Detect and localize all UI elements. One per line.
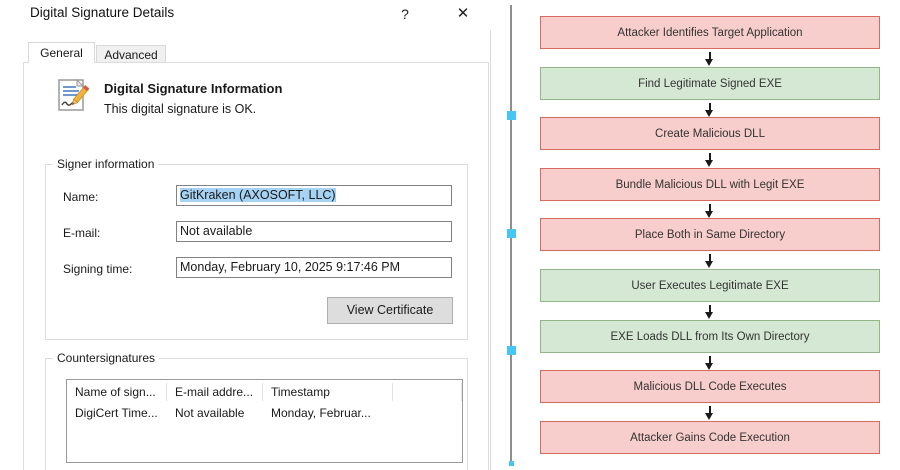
signature-info-heading: Digital Signature Information [104, 81, 282, 96]
flow-step-1[interactable]: Attacker Identifies Target Application [540, 16, 880, 49]
cell-timestamp: Monday, Februar... [263, 406, 393, 420]
flow-step-label: Place Both in Same Directory [635, 229, 785, 241]
email-field-value: Not available [180, 224, 252, 238]
help-icon[interactable]: ? [392, 3, 418, 25]
digital-signature-icon [57, 78, 89, 119]
name-field[interactable]: GitKraken (AXOSOFT, LLC) [176, 185, 452, 206]
close-icon[interactable]: ✕ [450, 3, 476, 25]
digital-signature-details-dialog: Digital Signature Details ? ✕ General Ad… [0, 0, 491, 470]
flow-step-label: Find Legitimate Signed EXE [638, 78, 782, 90]
flow-step-label: Attacker Identifies Target Application [617, 27, 802, 39]
edge-handle-icon[interactable] [507, 229, 516, 238]
flow-step-3[interactable]: Create Malicious DLL [540, 117, 880, 150]
flow-arrowhead-icon [705, 160, 713, 167]
flow-step-label: EXE Loads DLL from Its Own Directory [611, 331, 810, 343]
table-row[interactable]: DigiCert Time... Not available Monday, F… [67, 402, 462, 424]
edge-endpoint-handle-icon[interactable] [509, 461, 514, 466]
tab-general[interactable]: General [28, 42, 95, 63]
countersignatures-table: Name of sign... E-mail addre... Timestam… [66, 379, 463, 463]
countersignatures-group-label: Countersignatures [53, 351, 159, 365]
cell-signer-name: DigiCert Time... [67, 406, 167, 420]
flow-step-label: Bundle Malicious DLL with Legit EXE [616, 179, 805, 191]
flow-step-9[interactable]: Attacker Gains Code Execution [540, 421, 880, 454]
signer-group-label: Signer information [53, 157, 158, 171]
cell-email: Not available [167, 406, 263, 420]
flow-step-7[interactable]: EXE Loads DLL from Its Own Directory [540, 320, 880, 353]
dialog-title: Digital Signature Details [30, 5, 174, 20]
screenshot-root: Digital Signature Details ? ✕ General Ad… [0, 0, 900, 470]
tab-advanced[interactable]: Advanced [96, 45, 166, 63]
signing-time-label: Signing time: [63, 262, 132, 276]
flow-step-4[interactable]: Bundle Malicious DLL with Legit EXE [540, 168, 880, 201]
flow-arrowhead-icon [705, 59, 713, 66]
flow-step-2[interactable]: Find Legitimate Signed EXE [540, 67, 880, 100]
flow-arrowhead-icon [705, 312, 713, 319]
signing-time-field[interactable]: Monday, February 10, 2025 9:17:46 PM [176, 257, 452, 278]
flow-step-5[interactable]: Place Both in Same Directory [540, 218, 880, 251]
view-certificate-button[interactable]: View Certificate [327, 297, 453, 324]
email-label: E-mail: [63, 226, 100, 240]
edge-handle-icon[interactable] [507, 111, 516, 120]
countersignatures-group: Countersignatures Name of sign... E-mail… [45, 358, 468, 470]
signature-status-text: This digital signature is OK. [104, 102, 256, 116]
flow-step-label: Malicious DLL Code Executes [634, 381, 787, 393]
table-header-row: Name of sign... E-mail addre... Timestam… [67, 380, 462, 402]
column-header-timestamp[interactable]: Timestamp [263, 383, 393, 401]
column-header-blank [393, 383, 462, 401]
column-header-email[interactable]: E-mail addre... [167, 383, 263, 401]
flow-step-6[interactable]: User Executes Legitimate EXE [540, 269, 880, 302]
column-header-name[interactable]: Name of sign... [67, 383, 167, 401]
signing-time-field-value: Monday, February 10, 2025 9:17:46 PM [180, 260, 400, 274]
name-field-value: GitKraken (AXOSOFT, LLC) [180, 188, 336, 202]
flow-arrowhead-icon [705, 211, 713, 218]
edge-handle-icon[interactable] [507, 346, 516, 355]
flow-step-8[interactable]: Malicious DLL Code Executes [540, 370, 880, 403]
flow-step-label: User Executes Legitimate EXE [631, 280, 788, 292]
dialog-titlebar: Digital Signature Details ? ✕ [0, 0, 491, 30]
flow-arrowhead-icon [705, 261, 713, 268]
flow-arrowhead-icon [705, 363, 713, 370]
email-field[interactable]: Not available [176, 221, 452, 242]
flow-step-label: Create Malicious DLL [655, 128, 765, 140]
signer-information-group: Signer information Name: GitKraken (AXOS… [45, 164, 468, 340]
flow-step-label: Attacker Gains Code Execution [630, 432, 790, 444]
flowchart: Attacker Identifies Target Application Fi… [491, 0, 900, 470]
name-label: Name: [63, 190, 98, 204]
flow-arrowhead-icon [705, 110, 713, 117]
flow-arrowhead-icon [705, 413, 713, 420]
